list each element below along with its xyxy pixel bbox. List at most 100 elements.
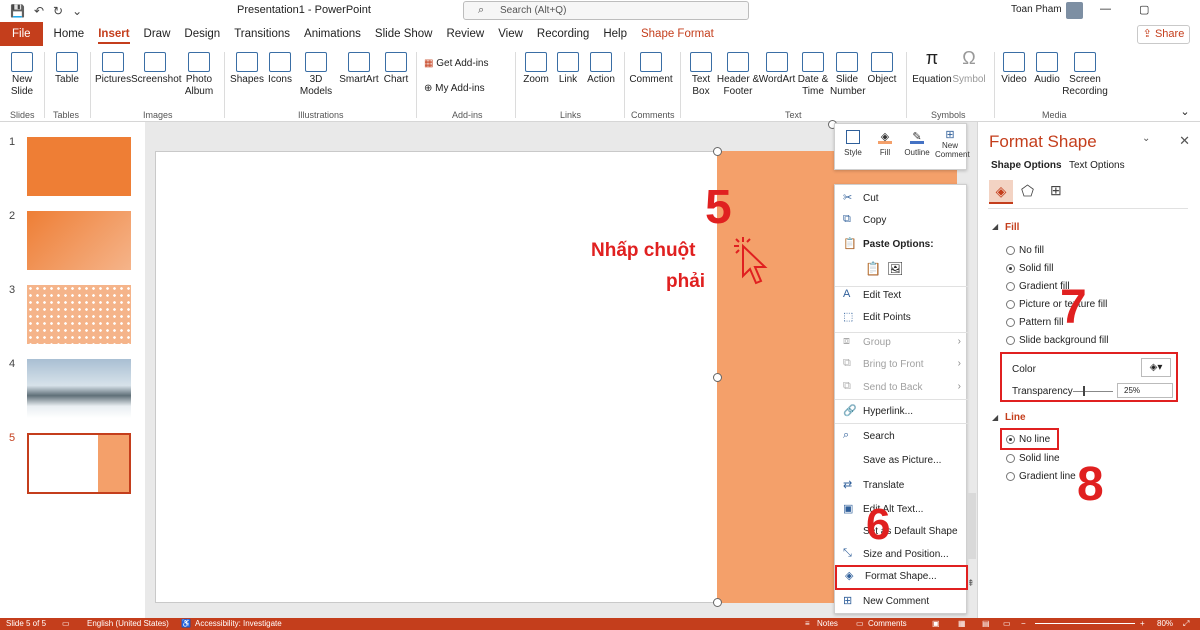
zoom-button[interactable]: Zoom [520, 52, 552, 86]
tab-recording[interactable]: Recording [530, 22, 596, 46]
fit-to-window-icon[interactable]: ⤢ [1183, 619, 1189, 629]
menu-item-set-default-shape[interactable]: Set as Default Shape [835, 522, 968, 542]
tab-text-options[interactable]: Text Options [1069, 160, 1125, 171]
transparency-spinner[interactable]: 25% [1117, 383, 1173, 398]
slideshow-icon[interactable]: ▭ [1003, 619, 1011, 628]
zoom-level[interactable]: 80% [1157, 619, 1173, 628]
zoom-slider[interactable] [1035, 623, 1135, 624]
action-button[interactable]: Action [584, 52, 618, 86]
screen-recording-button[interactable]: Screen Recording [1062, 52, 1108, 98]
notes-button[interactable]: Notes [817, 619, 838, 628]
get-add-ins-button[interactable]: ▦ Get Add-ins [424, 58, 496, 70]
menu-item-bring-to-front[interactable]: ⧉ Bring to Front › [835, 355, 968, 375]
menu-item-edit-text[interactable]: A Edit Text [835, 286, 968, 306]
collapse-fill-icon[interactable]: ◢ [992, 222, 998, 231]
radio-picture-fill[interactable] [1006, 300, 1015, 309]
new-comment-button[interactable]: ⊞ New Comment [935, 128, 970, 159]
color-picker-button[interactable]: ◈▾ [1141, 358, 1171, 377]
object-button[interactable]: Object [865, 52, 899, 86]
text-box-button[interactable]: Text Box [686, 52, 716, 98]
new-slide-button[interactable]: New Slide [5, 52, 39, 98]
menu-item-copy[interactable]: ⧉ Copy [835, 211, 968, 231]
menu-item-size-position[interactable]: ⤡ Size and Position... [835, 545, 968, 565]
pictures-button[interactable]: Pictures [95, 52, 131, 86]
transparency-slider-track[interactable] [1073, 391, 1113, 392]
avatar[interactable] [1066, 2, 1083, 19]
close-icon[interactable]: ✕ [1179, 133, 1190, 149]
user-name[interactable]: Toan Pham [1011, 4, 1062, 15]
collapse-line-icon[interactable]: ◢ [992, 413, 998, 422]
scroll-arrow-icon[interactable]: ⇞ [967, 578, 975, 589]
slide-thumbnail-4[interactable] [27, 359, 131, 418]
pane-options-chevron-icon[interactable]: ⌄ [1142, 133, 1150, 144]
tab-slide-show[interactable]: Slide Show [368, 22, 440, 46]
paste-option-keep-formatting-icon[interactable]: 📋 [865, 261, 881, 277]
radio-no-line[interactable] [1006, 435, 1015, 444]
equation-button[interactable]: π Equation [910, 49, 954, 86]
radio-gradient-line[interactable] [1006, 472, 1015, 481]
reading-view-icon[interactable]: ▤ [982, 619, 990, 628]
spelling-icon[interactable]: ▭ [62, 619, 70, 628]
search-input[interactable]: ⌕ Search (Alt+Q) [463, 1, 749, 20]
tab-draw[interactable]: Draw [137, 22, 178, 46]
redo-icon[interactable]: ↻ [53, 4, 63, 18]
minimize-icon[interactable]: — [1100, 3, 1111, 16]
smartart-button[interactable]: SmartArt [338, 52, 380, 86]
menu-item-search[interactable]: ⌕ Search [835, 427, 968, 447]
menu-item-send-to-back[interactable]: ⧉ Send to Back › [835, 378, 968, 398]
radio-pattern-fill[interactable] [1006, 318, 1015, 327]
slide-thumbnail-2[interactable] [27, 211, 131, 270]
tab-help[interactable]: Help [596, 22, 634, 46]
shapes-button[interactable]: Shapes [230, 52, 264, 86]
video-button[interactable]: Video [998, 52, 1030, 86]
paste-option-picture-icon[interactable]: 🖼 [887, 261, 904, 277]
resize-handle[interactable] [713, 598, 722, 607]
zoom-in-icon[interactable]: + [1140, 619, 1145, 628]
symbol-button[interactable]: Ω Symbol [952, 49, 986, 86]
menu-item-save-as-picture[interactable]: Save as Picture... [835, 451, 968, 471]
normal-view-icon[interactable]: ▣ [932, 619, 940, 628]
effects-tab-icon[interactable]: ⬠ [1021, 182, 1034, 200]
menu-item-new-comment[interactable]: ⊞ New Comment [835, 592, 968, 612]
radio-solid-line[interactable] [1006, 454, 1015, 463]
menu-item-hyperlink[interactable]: 🔗 Hyperlink... [835, 402, 968, 422]
tab-file[interactable]: File [0, 22, 43, 46]
customize-icon[interactable]: ⌄ [72, 4, 82, 18]
save-icon[interactable]: 💾 [10, 4, 25, 18]
language-indicator[interactable]: English (United States) [87, 619, 169, 628]
resize-handle[interactable] [713, 147, 722, 156]
size-properties-tab-icon[interactable]: ⊞ [1050, 182, 1062, 199]
chart-button[interactable]: Chart [381, 52, 411, 86]
my-add-ins-button[interactable]: ⊕ My Add-ins [424, 83, 508, 95]
comment-button[interactable]: Comment [628, 52, 674, 86]
line-section-header[interactable]: Line [1005, 412, 1026, 423]
resize-handle[interactable] [713, 373, 722, 382]
share-button[interactable]: ⇪ Share [1137, 25, 1190, 44]
menu-item-format-shape[interactable]: ◈ Format Shape... [835, 565, 968, 590]
slide-sorter-icon[interactable]: ▦ [958, 619, 966, 628]
menu-item-edit-alt-text[interactable]: ▣ Edit Alt Text... [835, 500, 968, 520]
tab-shape-format[interactable]: Shape Format [634, 22, 721, 46]
audio-button[interactable]: Audio [1032, 52, 1062, 86]
tab-design[interactable]: Design [177, 22, 227, 46]
menu-item-translate[interactable]: ⇄ Translate [835, 476, 968, 496]
comments-button[interactable]: Comments [868, 619, 907, 628]
menu-item-cut[interactable]: ✂ Cut [835, 189, 968, 209]
slide-thumbnail-1[interactable] [27, 137, 131, 196]
style-button[interactable]: Style [841, 130, 865, 157]
outline-button[interactable]: ✎ Outline [901, 130, 933, 157]
tab-review[interactable]: Review [439, 22, 491, 46]
date-time-button[interactable]: Date & Time [796, 52, 830, 98]
fill-button[interactable]: ◈ Fill [873, 130, 897, 157]
photo-album-button[interactable]: Photo Album [180, 52, 218, 98]
vertical-scrollbar[interactable] [968, 493, 976, 559]
tab-insert[interactable]: Insert [91, 22, 136, 46]
menu-item-group[interactable]: ⧈ Group › [835, 333, 968, 353]
wordart-button[interactable]: WordArt [758, 52, 796, 86]
undo-icon[interactable]: ↶ [34, 4, 44, 18]
transparency-slider-thumb[interactable] [1083, 386, 1085, 396]
collapse-ribbon-icon[interactable]: ⌄ [1178, 106, 1192, 118]
slide-thumbnail-3[interactable] [27, 285, 131, 344]
radio-gradient-fill[interactable] [1006, 282, 1015, 291]
tab-view[interactable]: View [491, 22, 530, 46]
